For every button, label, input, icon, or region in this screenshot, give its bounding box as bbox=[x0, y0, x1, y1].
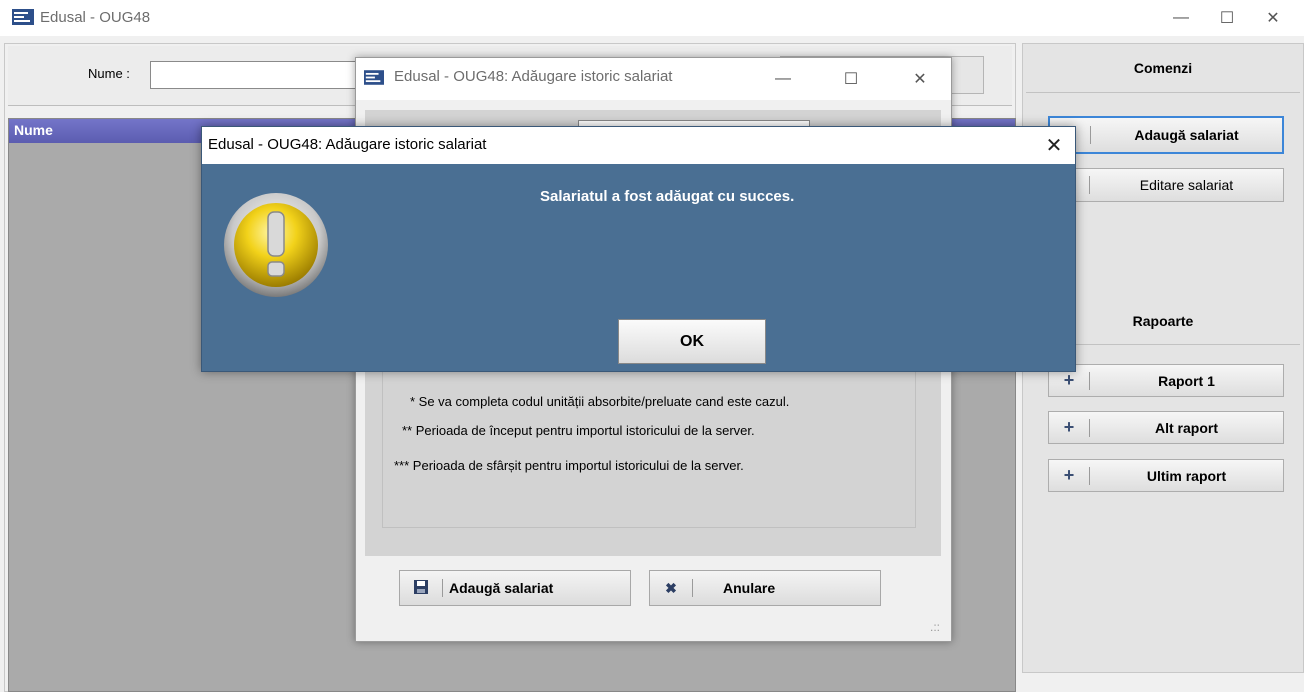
add-employee-label: Adaugă salariat bbox=[1134, 127, 1239, 143]
dialog-close-button[interactable]: ✕ bbox=[897, 58, 943, 100]
last-report-button[interactable]: + Ultim raport bbox=[1048, 459, 1284, 492]
report-1-label: Raport 1 bbox=[1158, 372, 1215, 389]
warning-icon bbox=[224, 193, 328, 297]
main-titlebar bbox=[0, 0, 1304, 36]
dialog-add-employee-label: Adaugă salariat bbox=[449, 580, 554, 596]
plus-icon: + bbox=[1063, 370, 1075, 390]
save-icon bbox=[400, 579, 442, 597]
plus-icon: + bbox=[1063, 465, 1075, 485]
last-report-label: Ultim raport bbox=[1146, 467, 1227, 484]
name-label: Nume : bbox=[88, 66, 130, 81]
note-3: *** Perioada de sfârșit pentru importul … bbox=[394, 458, 744, 473]
note-2: ** Perioada de început pentru importul i… bbox=[402, 423, 755, 438]
column-header-name[interactable]: Nume bbox=[14, 122, 53, 138]
dialog-add-employee-button[interactable]: Adaugă salariat bbox=[399, 570, 631, 606]
app-icon bbox=[12, 9, 34, 25]
minimize-button[interactable]: — bbox=[1158, 0, 1204, 36]
close-button[interactable]: ✕ bbox=[1250, 0, 1296, 36]
commands-title: Comenzi bbox=[1133, 60, 1193, 76]
dialog-title: Edusal - OUG48: Adăugare istoric salaria… bbox=[394, 68, 673, 85]
edit-employee-button[interactable]: + Editare salariat bbox=[1048, 168, 1284, 202]
report-1-button[interactable]: + Raport 1 bbox=[1048, 364, 1284, 397]
add-employee-button[interactable]: + Adaugă salariat bbox=[1048, 116, 1284, 154]
message-text: Salariatul a fost adăugat cu succes. bbox=[540, 188, 795, 205]
dialog-minimize-button[interactable]: — bbox=[760, 58, 806, 100]
dialog-maximize-button[interactable]: ☐ bbox=[828, 58, 874, 100]
edit-employee-label: Editare salariat bbox=[1139, 177, 1234, 193]
note-1: * Se va completa codul unității absorbit… bbox=[410, 394, 790, 409]
cancel-label: Anulare bbox=[723, 580, 776, 596]
commands-divider bbox=[1026, 92, 1300, 93]
window-title: Edusal - OUG48 bbox=[40, 9, 151, 26]
message-box-close-button[interactable]: ✕ bbox=[1034, 127, 1074, 164]
other-report-label: Alt raport bbox=[1155, 419, 1218, 436]
notes-group bbox=[382, 360, 916, 528]
ok-button[interactable]: OK bbox=[618, 319, 766, 364]
maximize-button[interactable]: ☐ bbox=[1204, 0, 1250, 36]
cancel-icon: ✖ bbox=[665, 579, 677, 596]
resize-grip-icon[interactable]: .:: bbox=[930, 620, 940, 634]
plus-icon: + bbox=[1063, 417, 1075, 437]
cancel-button[interactable]: ✖ Anulare bbox=[649, 570, 881, 606]
message-box-title: Edusal - OUG48: Adăugare istoric salaria… bbox=[208, 136, 487, 153]
other-report-button[interactable]: + Alt raport bbox=[1048, 411, 1284, 444]
app-icon bbox=[364, 70, 384, 85]
